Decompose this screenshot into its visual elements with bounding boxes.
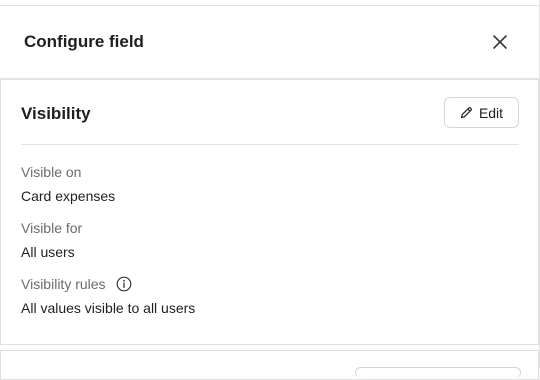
next-section-button[interactable]	[355, 367, 521, 378]
visible-for-label: Visible for	[21, 220, 83, 236]
visibility-rules-label: Visibility rules	[21, 276, 106, 292]
visible-for-value: All users	[21, 244, 75, 260]
edit-button[interactable]: Edit	[444, 97, 519, 128]
next-section-card	[0, 350, 539, 380]
close-button[interactable]	[488, 30, 512, 54]
visibility-card: Visibility Edit Visible on Card expenses…	[0, 79, 539, 345]
divider	[21, 144, 519, 145]
close-icon	[493, 35, 507, 49]
panel-header: Configure field	[0, 6, 539, 79]
pencil-icon	[460, 107, 472, 119]
visible-on-label: Visible on	[21, 164, 82, 180]
configure-field-panel: Configure field Visibility Edit Visible …	[0, 0, 540, 380]
info-icon[interactable]	[116, 276, 132, 292]
visibility-rules-value: All values visible to all users	[21, 300, 196, 316]
panel-title: Configure field	[24, 32, 144, 51]
edit-label: Edit	[478, 104, 504, 121]
visible-on-value: Card expenses	[21, 188, 116, 204]
visibility-title: Visibility	[21, 104, 91, 123]
